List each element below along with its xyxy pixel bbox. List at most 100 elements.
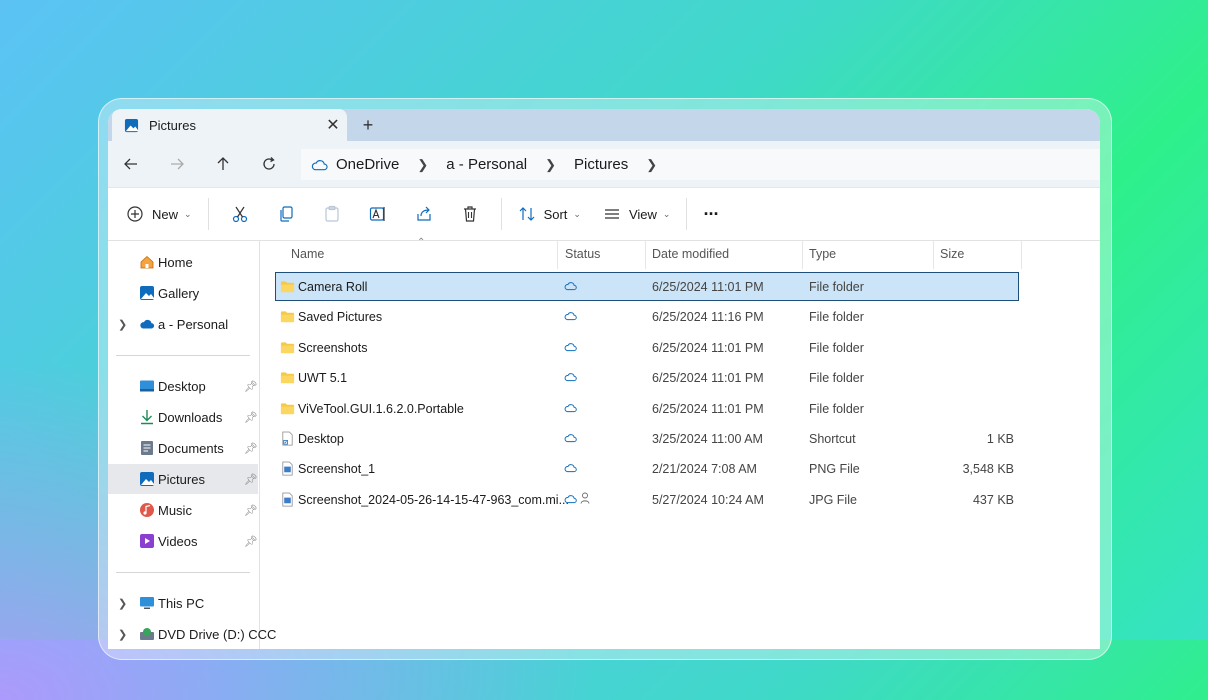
file-row[interactable]: Saved Pictures 6/25/2024 11:16 PM File fol… — [276, 303, 1018, 330]
delete-button[interactable] — [447, 197, 493, 231]
arrow-left-icon — [124, 158, 137, 170]
file-date-modified: 5/27/2024 10:24 AM — [652, 492, 764, 507]
chevron-right-icon[interactable]: ❯ — [118, 628, 127, 641]
sort-button[interactable]: Sort ⌄ — [510, 197, 589, 231]
pin-icon[interactable]: 📌︎ — [244, 380, 258, 393]
new-tab-button[interactable]: + — [356, 113, 380, 137]
navigation-pane: Home Gallery ❯ a - Personal Desktop 📌︎ D… — [108, 241, 276, 649]
sidebar-item-label: DVD Drive (D:) CCC — [158, 626, 277, 642]
breadcrumb-onedrive[interactable]: OneDrive — [336, 156, 399, 173]
navigation-bar: OneDrive ❯ a - Personal ❯ Pictures ❯ — [108, 141, 1100, 187]
chevron-down-icon: ⌄ — [184, 208, 192, 219]
sidebar-item-dvd-drive[interactable]: ❯ DVD Drive (D:) CCC — [108, 619, 276, 649]
column-header-type[interactable]: Type — [809, 247, 836, 261]
onedrive-cloud-icon — [311, 159, 328, 170]
file-row[interactable]: Screenshot_2024-05-26-14-15-47-963_com.m… — [276, 486, 1018, 513]
up-button[interactable] — [200, 149, 246, 179]
file-row[interactable]: Desktop 3/25/2024 11:00 AM Shortcut 1 KB — [276, 425, 1018, 452]
sidebar-item-videos[interactable]: Videos 📌︎ — [108, 526, 258, 556]
trash-icon — [463, 206, 476, 222]
address-bar[interactable]: OneDrive ❯ a - Personal ❯ Pictures ❯ — [301, 149, 1100, 180]
pin-icon[interactable]: 📌︎ — [244, 535, 258, 548]
pin-icon[interactable]: 📌︎ — [244, 504, 258, 517]
column-divider[interactable] — [933, 241, 934, 269]
cut-button[interactable] — [217, 197, 263, 231]
sidebar-item-downloads[interactable]: Downloads 📌︎ — [108, 402, 258, 432]
chevron-right-icon[interactable]: ❯ — [118, 597, 127, 610]
sidebar-item-label: Music — [158, 502, 192, 518]
file-size: 437 KB — [972, 492, 1014, 507]
close-tab-button[interactable]: ✕ — [319, 115, 347, 135]
file-row[interactable]: Screenshot_1 2/21/2024 7:08 AM PNG File 3,5… — [276, 455, 1018, 482]
sidebar-item-home[interactable]: Home — [108, 247, 258, 277]
file-type: PNG File — [809, 462, 860, 477]
file-type: File folder — [809, 340, 864, 355]
forward-button[interactable] — [154, 149, 200, 179]
column-header-name[interactable]: Name — [291, 247, 324, 261]
toolbar-divider — [500, 198, 502, 230]
file-type: JPG File — [809, 492, 857, 507]
file-row[interactable]: UWT 5.1 6/25/2024 11:01 PM File folder — [276, 364, 1018, 391]
file-date-modified: 6/25/2024 11:16 PM — [652, 310, 764, 325]
breadcrumb-pictures[interactable]: Pictures — [574, 156, 628, 173]
sidebar-item-label: Documents — [158, 440, 224, 456]
more-label: ··· — [703, 203, 719, 224]
arrow-up-icon — [217, 157, 229, 170]
column-header-date[interactable]: Date modified — [652, 247, 729, 261]
sidebar-divider — [116, 355, 250, 356]
breadcrumb-personal[interactable]: a - Personal — [446, 156, 527, 173]
sidebar-item-this-pc[interactable]: ❯ This PC — [108, 588, 258, 618]
sidebar-item-label: a - Personal — [158, 316, 229, 332]
column-header-status[interactable]: Status — [565, 247, 600, 261]
sidebar-item-music[interactable]: Music 📌︎ — [108, 495, 258, 525]
paste-button[interactable] — [309, 197, 355, 231]
file-date-modified: 3/25/2024 11:00 AM — [652, 432, 763, 446]
sidebar-item-desktop[interactable]: Desktop 📌︎ — [108, 371, 258, 401]
copy-button[interactable] — [263, 197, 309, 231]
chevron-right-icon[interactable]: ❯ — [118, 318, 127, 331]
sidebar-item-documents[interactable]: Documents 📌︎ — [108, 433, 258, 463]
toolbar-divider — [686, 198, 688, 230]
file-date-modified: 6/25/2024 11:01 PM — [652, 401, 764, 416]
file-type: Shortcut — [809, 432, 856, 446]
refresh-button[interactable] — [246, 149, 292, 179]
more-options-button[interactable]: ··· — [695, 197, 726, 231]
sidebar-item-pictures[interactable]: Pictures 📌︎ — [108, 464, 258, 494]
file-row[interactable]: Camera Roll 6/25/2024 11:01 PM File folder — [275, 272, 1019, 301]
sort-icon — [519, 207, 534, 221]
pin-icon[interactable]: 📌︎ — [244, 473, 258, 486]
rename-icon — [369, 207, 385, 221]
pin-icon[interactable]: 📌︎ — [244, 442, 258, 455]
column-header-size[interactable]: Size — [940, 247, 964, 261]
cloud-status-icon — [564, 312, 577, 321]
cloud-status-icon — [564, 495, 577, 503]
chevron-right-icon[interactable]: ❯ — [417, 157, 428, 173]
pin-icon[interactable]: 📌︎ — [244, 411, 258, 424]
tab-bar: Pictures ✕ + — [108, 109, 1100, 141]
rename-button[interactable] — [355, 197, 401, 231]
sidebar-item-label: Desktop — [158, 378, 206, 394]
back-button[interactable] — [108, 149, 154, 179]
file-row[interactable]: Screenshots 6/25/2024 11:01 PM File folder — [276, 334, 1018, 361]
tab-pictures[interactable]: Pictures ✕ — [112, 109, 347, 141]
new-button[interactable]: New ⌄ — [118, 197, 200, 231]
column-divider[interactable] — [645, 241, 646, 269]
file-name: ViVeTool.GUI.1.6.2.0.Portable — [298, 401, 464, 416]
folder-icon — [280, 281, 295, 293]
file-name: UWT 5.1 — [298, 371, 348, 386]
folder-icon — [280, 342, 295, 353]
file-row[interactable]: ViVeTool.GUI.1.6.2.0.Portable 6/25/2024 1… — [276, 395, 1018, 422]
view-button[interactable]: View ⌄ — [595, 197, 679, 231]
sidebar-item-personal[interactable]: ❯ a - Personal — [108, 309, 258, 339]
column-divider[interactable] — [1021, 241, 1022, 269]
share-button[interactable] — [401, 197, 447, 231]
chevron-right-icon[interactable]: ❯ — [545, 157, 556, 173]
pictures-folder-icon — [124, 118, 139, 132]
column-divider[interactable] — [557, 241, 558, 269]
file-size: 1 KB — [986, 432, 1014, 446]
sidebar-item-gallery[interactable]: Gallery — [108, 278, 258, 308]
chevron-right-icon[interactable]: ❯ — [646, 157, 657, 173]
shortcut-file-icon — [282, 431, 293, 446]
column-divider[interactable] — [802, 241, 803, 269]
shared-person-icon — [580, 492, 590, 504]
